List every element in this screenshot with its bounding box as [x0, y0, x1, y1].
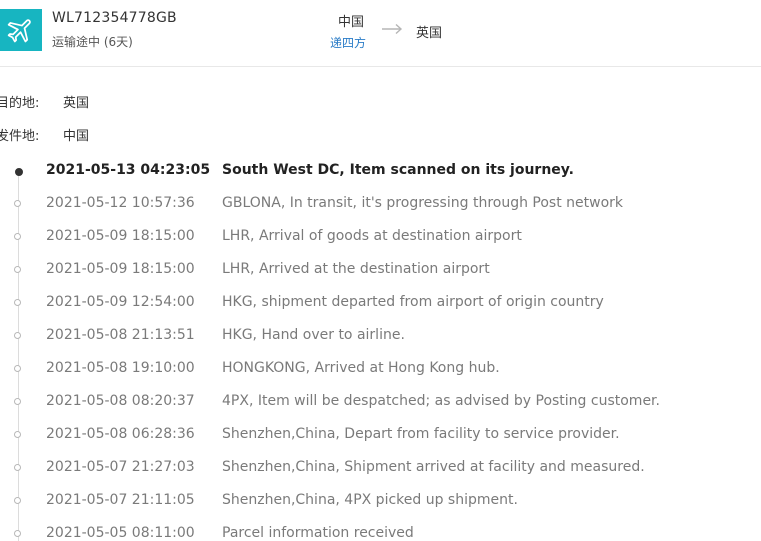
route-origin-country: 中国 — [338, 15, 365, 30]
timeline-dot-icon — [14, 398, 21, 405]
event-description: LHR, Arrival of goods at destination air… — [222, 228, 522, 244]
tracking-number: WL712354778GB — [52, 10, 177, 26]
event-time: 2021-05-08 19:10:00 — [46, 360, 195, 376]
event-description: Shenzhen,China, Depart from facility to … — [222, 426, 620, 442]
origin-row: 发件地: 中国 — [0, 125, 89, 144]
event-description: Parcel information received — [222, 525, 414, 541]
event-time: 2021-05-07 21:11:05 — [46, 492, 195, 508]
timeline-event: 2021-05-07 21:27:03 Shenzhen,China, Ship… — [0, 452, 761, 485]
route-destination-country: 英国 — [416, 26, 443, 41]
timeline-dot-icon — [14, 464, 21, 471]
event-time: 2021-05-08 08:20:37 — [46, 393, 195, 409]
timeline-dot-icon — [14, 200, 21, 207]
origin-label: 发件地: — [0, 129, 40, 144]
event-description: GBLONA, In transit, it's progressing thr… — [222, 195, 624, 211]
timeline-event: 2021-05-09 12:54:00 HKG, shipment depart… — [0, 287, 761, 320]
timeline-event: 2021-05-08 19:10:00 HONGKONG, Arrived at… — [0, 353, 761, 386]
timeline-dot-icon — [15, 168, 23, 176]
destination-row: 目的地: 英国 — [0, 92, 89, 111]
event-time: 2021-05-07 21:27:03 — [46, 459, 195, 475]
tracking-page: WL712354778GB 运输途中 (6天) 中国 递四方 英国 目的地: 英… — [0, 0, 761, 541]
timeline-event: 2021-05-07 21:11:05 Shenzhen,China, 4PX … — [0, 485, 761, 518]
event-description: HONGKONG, Arrived at Hong Kong hub. — [222, 360, 500, 376]
timeline-dot-icon — [14, 266, 21, 273]
event-description: Shenzhen,China, 4PX picked up shipment. — [222, 492, 518, 508]
timeline-dot-icon — [14, 497, 21, 504]
origin-value: 中国 — [63, 129, 90, 144]
tracking-status: 运输途中 (6天) — [52, 35, 133, 49]
timeline-event: 2021-05-09 18:15:00 LHR, Arrived at the … — [0, 254, 761, 287]
event-time: 2021-05-08 06:28:36 — [46, 426, 195, 442]
event-time: 2021-05-05 08:11:00 — [46, 525, 195, 541]
event-description: HKG, Hand over to airline. — [222, 327, 405, 343]
timeline-event: 2021-05-09 18:15:00 LHR, Arrival of good… — [0, 221, 761, 254]
arrow-right-icon — [382, 23, 403, 35]
event-description: LHR, Arrived at the destination airport — [222, 261, 490, 277]
destination-value: 英国 — [63, 96, 90, 111]
timeline-dot-icon — [14, 530, 21, 537]
tracking-timeline: 2021-05-13 04:23:05 South West DC, Item … — [0, 155, 761, 541]
timeline-event: 2021-05-13 04:23:05 South West DC, Item … — [0, 155, 761, 188]
timeline-event: 2021-05-08 06:28:36 Shenzhen,China, Depa… — [0, 419, 761, 452]
event-time: 2021-05-08 21:13:51 — [46, 327, 195, 343]
timeline-event: 2021-05-08 21:13:51 HKG, Hand over to ai… — [0, 320, 761, 353]
timeline-dot-icon — [14, 332, 21, 339]
airplane-icon — [0, 9, 42, 51]
event-time: 2021-05-12 10:57:36 — [46, 195, 195, 211]
event-description: HKG, shipment departed from airport of o… — [222, 294, 604, 310]
event-time: 2021-05-09 18:15:00 — [46, 228, 195, 244]
destination-label: 目的地: — [0, 96, 40, 111]
timeline-event: 2021-05-12 10:57:36 GBLONA, In transit, … — [0, 188, 761, 221]
timeline-event: 2021-05-05 08:11:00 Parcel information r… — [0, 518, 761, 541]
timeline-dot-icon — [14, 299, 21, 306]
timeline-event: 2021-05-08 08:20:37 4PX, Item will be de… — [0, 386, 761, 419]
event-time: 2021-05-09 12:54:00 — [46, 294, 195, 310]
event-time: 2021-05-09 18:15:00 — [46, 261, 195, 277]
timeline-dot-icon — [14, 431, 21, 438]
tracking-header: WL712354778GB 运输途中 (6天) 中国 递四方 英国 — [0, 0, 761, 67]
event-description: South West DC, Item scanned on its journ… — [222, 162, 574, 178]
carrier-link[interactable]: 递四方 — [330, 34, 366, 51]
event-time: 2021-05-13 04:23:05 — [46, 162, 211, 178]
timeline-dot-icon — [14, 365, 21, 372]
timeline-dot-icon — [14, 233, 21, 240]
event-description: Shenzhen,China, Shipment arrived at faci… — [222, 459, 645, 475]
event-description: 4PX, Item will be despatched; as advised… — [222, 393, 660, 409]
